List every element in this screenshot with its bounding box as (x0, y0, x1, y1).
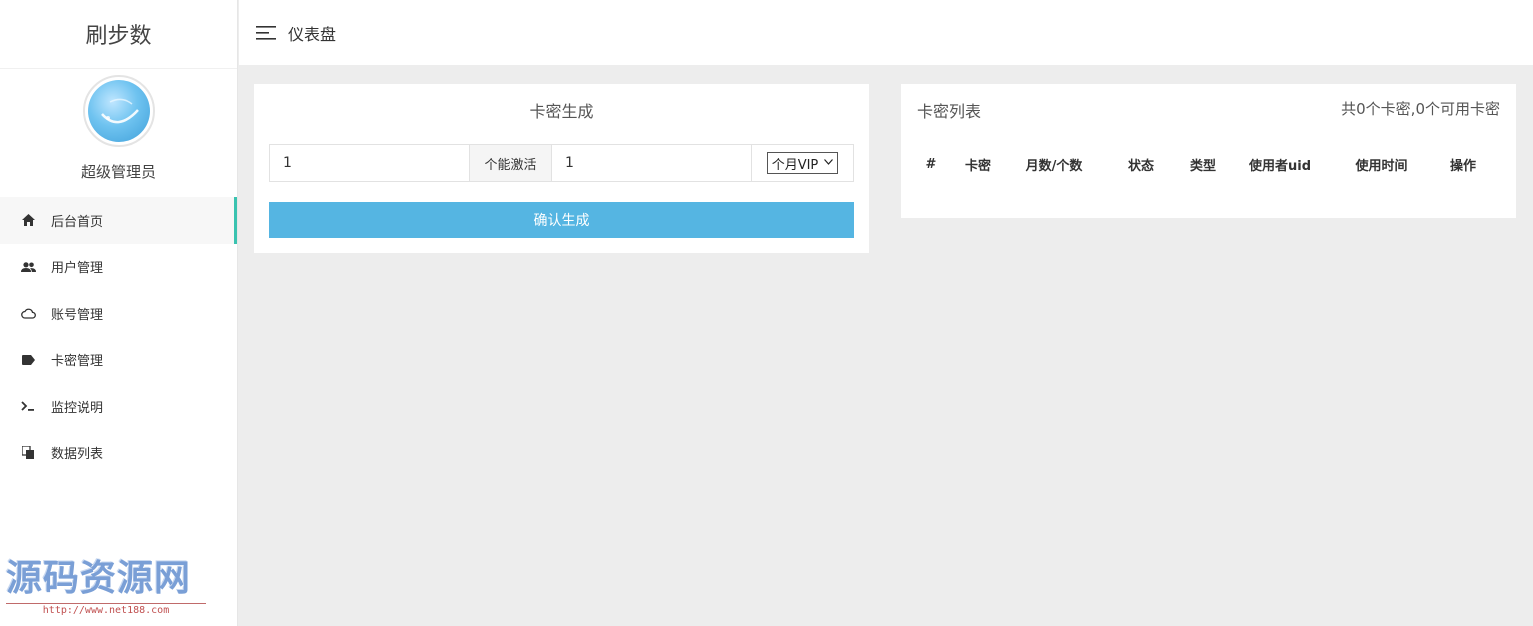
cloud-icon (20, 305, 36, 321)
confirm-generate-button[interactable]: 确认生成 (269, 202, 854, 238)
card-table: # 卡密 月数/个数 状态 类型 使用者uid 使用时间 操作 (917, 154, 1502, 174)
column-header-use-time: 使用时间 (1355, 158, 1408, 174)
column-header-months: 月数/个数 (1025, 158, 1083, 174)
chevron-down-icon (824, 158, 834, 168)
sidebar-item-label: 数据列表 (51, 447, 104, 463)
sidebar-item-accounts[interactable]: 账号管理 (0, 290, 237, 337)
card-count-summary: 共0个卡密,0个可用卡密 (1341, 100, 1500, 118)
sidebar-nav: 后台首页 用户管理 账号管理 卡密管理 监控说明 数据列表 (0, 197, 237, 476)
copy-icon (20, 445, 36, 461)
column-header-user-uid: 使用者uid (1248, 158, 1312, 174)
panel-title: 卡密生成 (529, 102, 594, 121)
sidebar-item-label: 用户管理 (51, 261, 104, 277)
sidebar-item-users[interactable]: 用户管理 (0, 244, 237, 291)
home-icon (20, 212, 36, 228)
user-role: 超级管理员 (80, 163, 156, 181)
watermark: 源码资源网 http://www.net188.com (6, 556, 206, 616)
sidebar-item-home[interactable]: 后台首页 (0, 197, 237, 244)
table-header-row: # 卡密 月数/个数 状态 类型 使用者uid 使用时间 操作 (917, 154, 1502, 174)
column-header-status: 状态 (1127, 158, 1154, 174)
card-generator-panel: 卡密生成 个能激活 个月VIP 确认生成 (254, 84, 869, 253)
type-select-value: 个月VIP (771, 157, 819, 173)
hamburger-menu-icon[interactable] (256, 25, 276, 41)
input-addon-label: 个能激活 (470, 145, 552, 181)
sidebar-item-label: 监控说明 (51, 400, 104, 416)
generator-form: 个能激活 个月VIP (269, 144, 854, 182)
watermark-url: http://www.net188.com (42, 605, 170, 616)
page-title: 仪表盘 (288, 24, 337, 44)
sidebar-item-label: 卡密管理 (51, 354, 104, 370)
users-icon (20, 259, 36, 275)
card-list-panel: 卡密列表 共0个卡密,0个可用卡密 # 卡密 月数/个数 状态 类型 使用者ui… (901, 84, 1516, 218)
list-header: 卡密列表 共0个卡密,0个可用卡密 (901, 84, 1516, 122)
sidebar-item-cards[interactable]: 卡密管理 (0, 337, 237, 384)
watermark-title: 源码资源网 (6, 558, 192, 599)
panel-title: 卡密列表 (917, 102, 982, 121)
column-header-type: 类型 (1189, 158, 1216, 174)
column-header-actions: 操作 (1449, 158, 1476, 174)
terminal-icon (20, 398, 36, 414)
top-bar: 仪表盘 (239, 0, 1533, 65)
sidebar-item-monitor[interactable]: 监控说明 (0, 383, 237, 430)
sidebar-item-data[interactable]: 数据列表 (0, 430, 237, 477)
type-select[interactable]: 个月VIP (766, 152, 839, 174)
type-select-wrapper: 个月VIP (752, 145, 853, 181)
sidebar-item-label: 后台首页 (51, 214, 104, 230)
column-header-index: # (925, 156, 937, 172)
count-input[interactable] (270, 145, 470, 181)
duration-input[interactable] (552, 145, 752, 181)
avatar[interactable] (82, 75, 155, 147)
profile: 超级管理员 (0, 69, 237, 197)
tag-icon (20, 352, 36, 368)
brand-title: 刷步数 (0, 0, 237, 69)
sidebar: 刷步数 超级管理员 后台首页 用户管理 账号管理 卡密管理 监控说明 数据列表 … (0, 0, 238, 626)
column-header-card: 卡密 (964, 158, 991, 174)
watermark-divider (6, 603, 206, 604)
sidebar-item-label: 账号管理 (51, 307, 104, 323)
